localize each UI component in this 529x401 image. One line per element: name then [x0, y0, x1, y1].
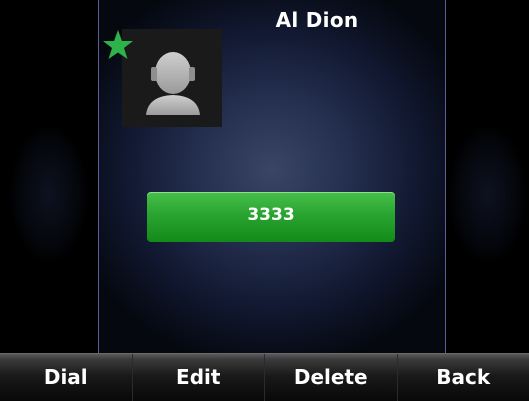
contact-number-button[interactable]: 3333 — [147, 192, 395, 242]
softkey-bar: Dial Edit Delete Back — [0, 353, 529, 401]
back-softkey[interactable]: Back — [396, 354, 529, 401]
person-silhouette-icon — [146, 52, 200, 115]
delete-softkey[interactable]: Delete — [264, 354, 397, 401]
contact-panel: Al Dion 3333 — [99, 0, 445, 353]
contact-detail-screen: Al Dion 3333 Dial Edit Delete Back — [0, 0, 529, 401]
favorite-star-icon — [103, 30, 133, 59]
edit-softkey[interactable]: Edit — [131, 354, 265, 401]
contact-name: Al Dion — [275, 8, 359, 32]
contact-avatar — [122, 29, 222, 127]
left-side-panel — [0, 0, 98, 353]
right-divider — [445, 0, 446, 353]
dial-softkey[interactable]: Dial — [0, 354, 132, 401]
right-side-panel — [446, 0, 529, 353]
